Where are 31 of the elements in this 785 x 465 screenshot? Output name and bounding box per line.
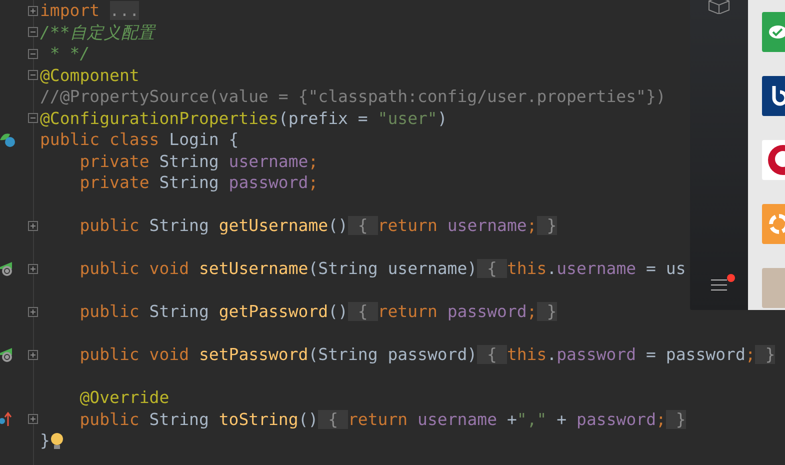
menu-icon[interactable] xyxy=(710,274,736,292)
fold-icon[interactable] xyxy=(28,220,38,231)
fold-icon[interactable] xyxy=(28,306,38,317)
code-line: private String username; xyxy=(78,150,318,172)
cube-icon[interactable] xyxy=(708,0,730,14)
fold-icon[interactable] xyxy=(28,48,38,59)
code-line: public String getUsername() { return username; } xyxy=(78,215,557,236)
code-line: @ConfigurationProperties(prefix = "user") xyxy=(40,108,448,129)
fold-icon[interactable] xyxy=(28,414,38,424)
code-line: public void setUsername(String username) { this.username = us xyxy=(78,258,686,280)
code-line: } xyxy=(40,430,50,452)
code-line: /**自定义配置 xyxy=(40,22,155,43)
fold-icon[interactable] xyxy=(28,113,38,124)
code-line: @Component xyxy=(40,64,140,86)
code-line: private String password; xyxy=(78,172,318,194)
code-line: import ... xyxy=(40,0,140,22)
fold-icon[interactable] xyxy=(28,70,38,80)
fold-icon[interactable] xyxy=(28,264,38,274)
code-line: public void setPassword(String password) { this.password = password; } xyxy=(78,344,776,366)
override-arrow-icon[interactable] xyxy=(0,411,12,428)
class-icon[interactable] xyxy=(0,132,16,148)
code-line: public class Login { xyxy=(40,129,239,150)
fold-icon[interactable] xyxy=(28,6,38,16)
fold-icon[interactable] xyxy=(28,350,38,360)
code-line: public String getPassword() { return password; } xyxy=(78,301,557,322)
code-line: //@PropertySource(value = {"classpath:config/user.properties"}) xyxy=(40,86,666,108)
code-line: * */ xyxy=(48,43,90,64)
fold-icon[interactable] xyxy=(28,27,38,38)
code-line: @Override xyxy=(78,387,170,408)
code-line: public String toString() { return username +"," + password; } xyxy=(78,408,686,430)
lightbulb-icon[interactable] xyxy=(50,432,64,450)
